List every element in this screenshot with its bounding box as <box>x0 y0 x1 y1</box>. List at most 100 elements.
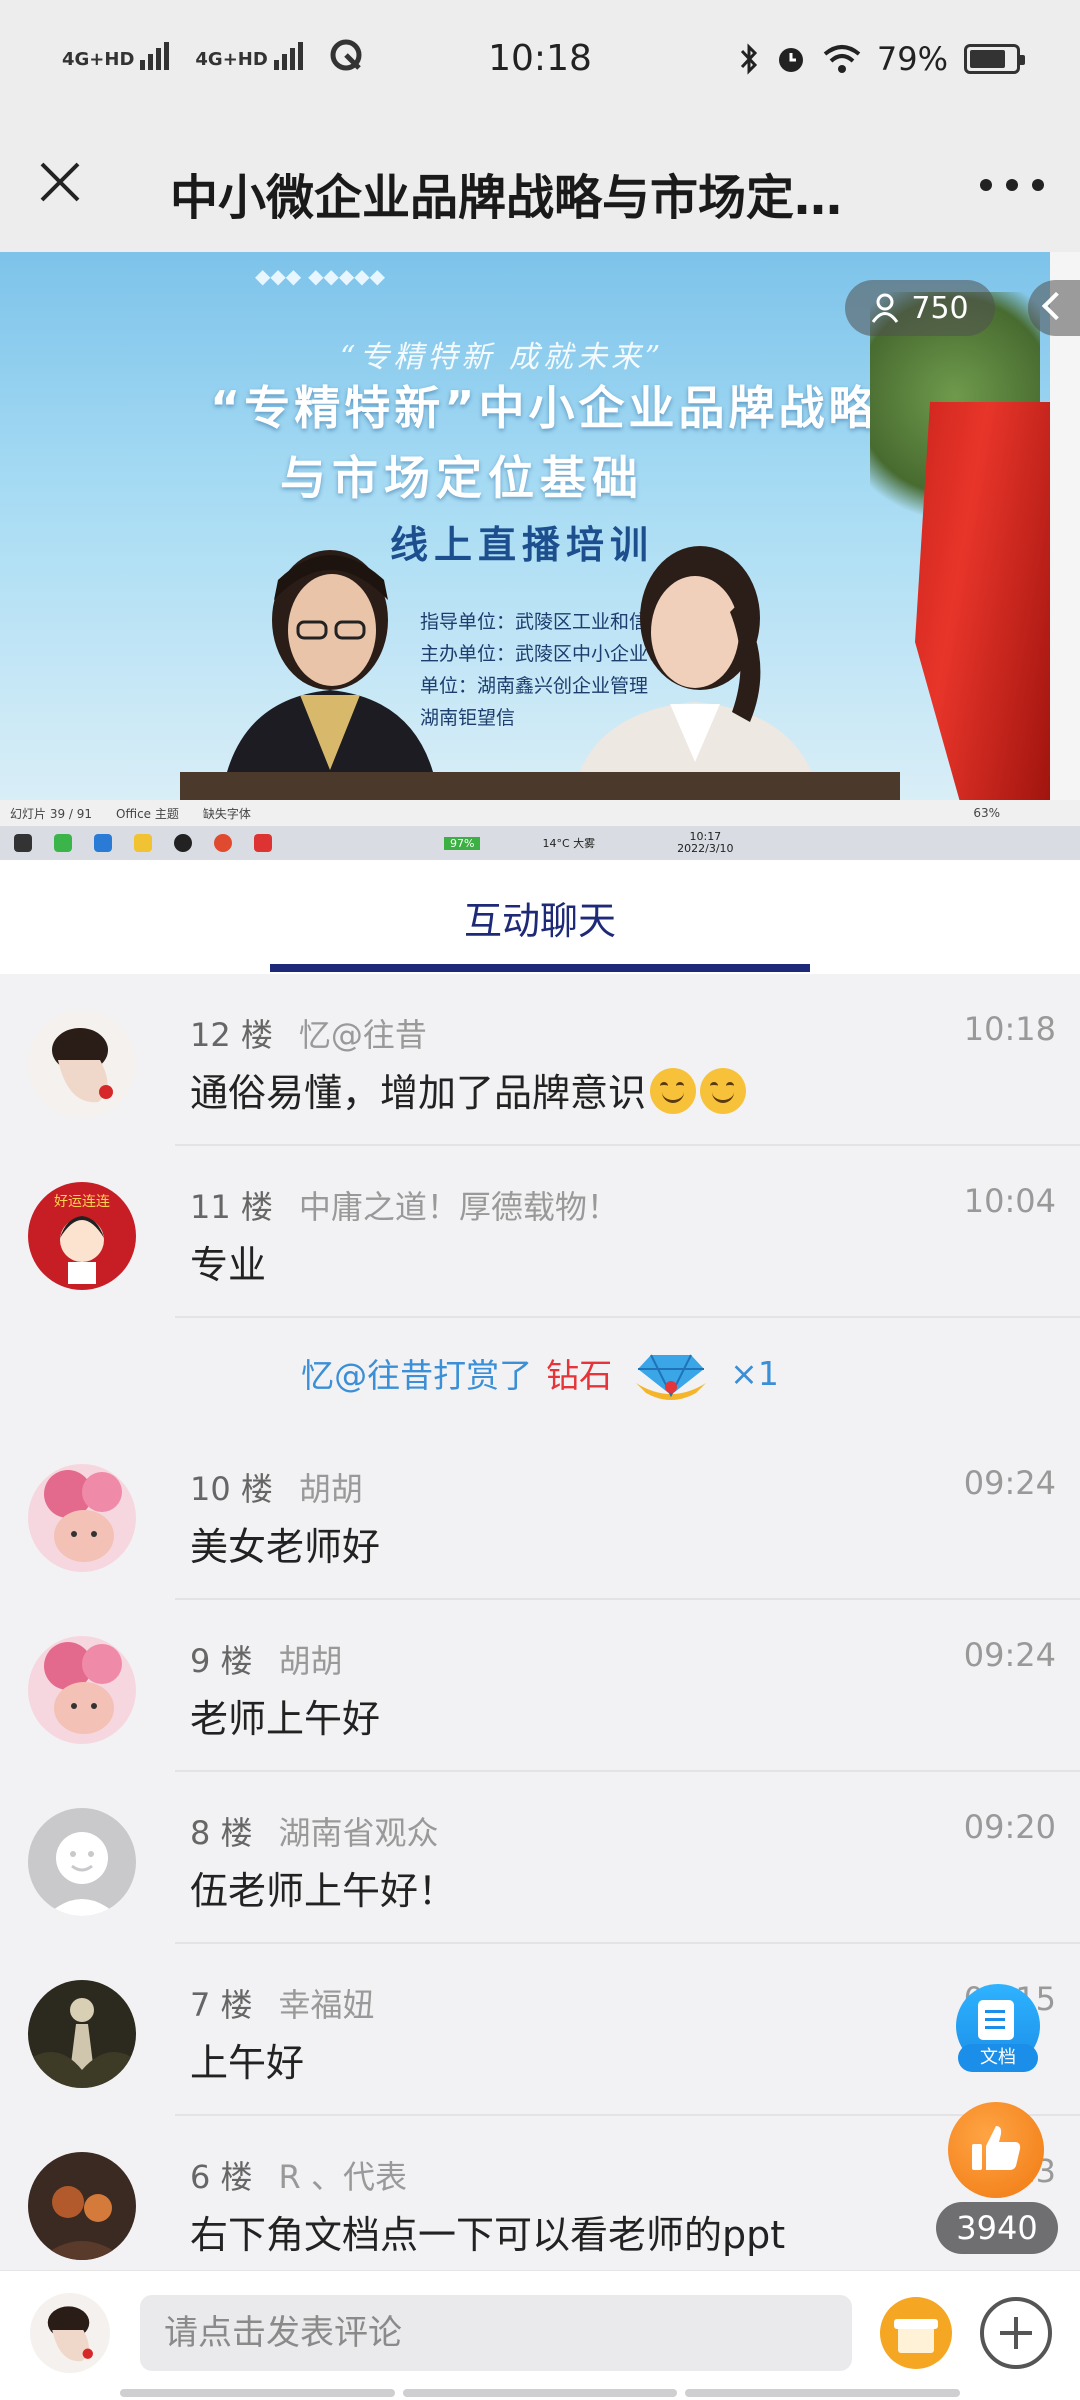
svg-text:好运连连: 好运连连 <box>54 1194 110 1210</box>
taskbar-weather: 14°C 大雾 <box>542 837 596 850</box>
my-avatar[interactable] <box>30 2293 110 2373</box>
live-video-player[interactable]: ◆◆◆ ◆◆◆◆◆ “专精特新 成就未来” “专精特新”中小企业品牌战略 与市场… <box>0 252 1080 860</box>
add-icon[interactable] <box>980 2297 1052 2369</box>
chat-message: 9 楼胡胡 09:24 老师上午好 <box>0 1600 1080 1772</box>
message-text: 老师上午好 <box>190 1697 381 1741</box>
avatar[interactable] <box>28 1464 136 1572</box>
chat-message: 7 楼幸福妞 09:15 上午好 <box>0 1944 1080 2116</box>
nickname[interactable]: 胡胡 <box>299 1470 363 1508</box>
banner-logo: ◆◆◆ ◆◆◆◆◆ <box>255 264 386 288</box>
document-label[interactable]: 文档 <box>958 2044 1038 2072</box>
folder-icon <box>134 834 152 852</box>
floor-number: 12 楼 <box>190 1016 273 1054</box>
user-icon <box>872 293 899 323</box>
nickname[interactable]: 湖南省观众 <box>279 1814 439 1852</box>
comment-input[interactable] <box>140 2295 852 2371</box>
diamond-gift-icon <box>636 1354 707 1400</box>
windows-taskbar: 97% 14°C 大雾 10:17 2022/3/10 <box>0 826 1080 860</box>
tab-active-indicator <box>270 964 810 972</box>
banner-slogan: “专精特新 成就未来” <box>340 340 665 375</box>
banner-title-line1: “专精特新”中小企业品牌战略 <box>210 381 879 435</box>
chat-message: 10 楼胡胡 09:24 美女老师好 <box>0 1428 1080 1600</box>
wps-icon <box>254 834 272 852</box>
tab-bar: 互动聊天 <box>0 860 1080 974</box>
tab-interactive-chat[interactable]: 互动聊天 <box>0 890 1080 945</box>
taskbar-date: 2022/3/10 <box>677 842 734 855</box>
chat-message: 6 楼R 、代表 09:13 右下角文档点一下可以看老师的ppt <box>0 2116 1080 2270</box>
avatar[interactable] <box>28 1636 136 1744</box>
avatar[interactable] <box>28 1010 136 1118</box>
presenter-left <box>220 550 440 810</box>
floor-number: 9 楼 <box>190 1642 253 1680</box>
nickname[interactable]: 中庸之道！厚德载物！ <box>299 1188 619 1226</box>
gift-count: ×1 <box>730 1353 779 1393</box>
avatar[interactable] <box>28 1808 136 1916</box>
message-meta: 6 楼 R 、代表 <box>190 2152 407 2198</box>
ppt-theme: Office 主题 <box>116 806 179 821</box>
message-time: 09:24 <box>963 1636 1056 1674</box>
message-meta: 11 楼中庸之道！厚德载物！ <box>190 1182 619 1228</box>
nickname[interactable]: 忆@往昔 <box>299 1016 427 1054</box>
more-options-icon[interactable] <box>980 170 1044 200</box>
floor-number: 7 楼 <box>190 1986 253 2024</box>
floor-number: 11 楼 <box>190 1188 273 1226</box>
wifi-icon <box>823 45 861 73</box>
message-time: 10:18 <box>963 1010 1056 1048</box>
close-icon[interactable] <box>36 158 84 206</box>
title-bar: 中小微企业品牌战略与市场定位基础 <box>0 120 1080 252</box>
chrome-icon <box>214 834 232 852</box>
presenter-right <box>570 546 822 812</box>
message-time: 09:20 <box>963 1808 1056 1846</box>
message-text: 右下角文档点一下可以看老师的ppt <box>190 2213 786 2257</box>
gift-notice: 忆@往昔打赏了 钻石 ×1 <box>0 1318 1080 1428</box>
chat-message: 8 楼湖南省观众 09:20 伍老师上午好！ <box>0 1772 1080 1944</box>
chat-list[interactable]: 12 楼忆@往昔 10:18 通俗易懂，增加了品牌意识 好运连连 11 楼中庸之… <box>0 974 1080 2270</box>
ppt-zoom: 63% <box>973 806 1000 820</box>
collapse-panel-button[interactable] <box>1028 280 1080 336</box>
gift-user: 忆@往昔打赏了 <box>301 1356 533 1395</box>
gesture-bar <box>120 2389 961 2397</box>
message-text: 通俗易懂，增加了品牌意识 <box>190 1062 747 1117</box>
browser-icon <box>54 834 72 852</box>
desk <box>180 772 900 802</box>
gift-box-icon[interactable] <box>880 2297 952 2369</box>
alarm-icon <box>778 48 803 72</box>
floor-number: 6 楼 <box>190 2158 253 2196</box>
chat-message: 12 楼忆@往昔 10:18 通俗易懂，增加了品牌意识 <box>0 974 1080 1146</box>
taskbar-clock: 10:17 2022/3/10 <box>677 831 733 855</box>
status-icons: 79% <box>739 40 1025 78</box>
app-icon <box>94 834 112 852</box>
smile-emoji-icon <box>650 1068 697 1114</box>
message-text: 美女老师好 <box>190 1525 381 1569</box>
message-meta: 9 楼胡胡 <box>190 1636 343 1682</box>
message-meta: 12 楼忆@往昔 <box>190 1010 427 1056</box>
nickname[interactable]: 幸福妞 <box>279 1986 375 2024</box>
viewer-count-badge: 750 <box>845 280 995 336</box>
message-meta: 7 楼幸福妞 <box>190 1980 375 2026</box>
message-meta: 8 楼湖南省观众 <box>190 1808 439 1854</box>
comment-bar <box>0 2270 1080 2400</box>
floor-number: 10 楼 <box>190 1470 273 1508</box>
document-icon <box>978 2000 1014 2040</box>
page-title: 中小微企业品牌战略与市场定位基础 <box>170 170 890 226</box>
floor-number: 8 楼 <box>190 1814 253 1852</box>
message-text: 上午好 <box>190 2041 305 2085</box>
nickname[interactable]: 胡胡 <box>279 1642 343 1680</box>
thumbs-up-icon <box>972 2126 1021 2170</box>
avatar[interactable] <box>28 2152 136 2260</box>
nickname[interactable]: R 、代表 <box>279 2158 407 2196</box>
smile-emoji-icon <box>700 1068 747 1114</box>
like-button[interactable] <box>948 2102 1044 2198</box>
message-meta: 10 楼胡胡 <box>190 1464 363 1510</box>
ppt-slide-count: 幻灯片 39 / 91 <box>10 806 93 821</box>
ppt-font-warning: 缺失字体 <box>202 806 251 821</box>
battery-icon <box>964 44 1025 74</box>
avatar[interactable] <box>28 1980 136 2088</box>
battery-percent: 79% <box>876 40 948 78</box>
status-bar: 4G+HD 4G+HD 10:18 79% <box>0 0 1080 120</box>
message-body: 通俗易懂，增加了品牌意识 <box>190 1071 647 1115</box>
like-count: 3940 <box>936 2202 1058 2254</box>
avatar[interactable]: 好运连连 <box>28 1182 136 1290</box>
app-icon <box>174 834 192 852</box>
ppt-status-bar: 幻灯片 39 / 91 Office 主题 缺失字体 63% <box>0 800 1080 826</box>
